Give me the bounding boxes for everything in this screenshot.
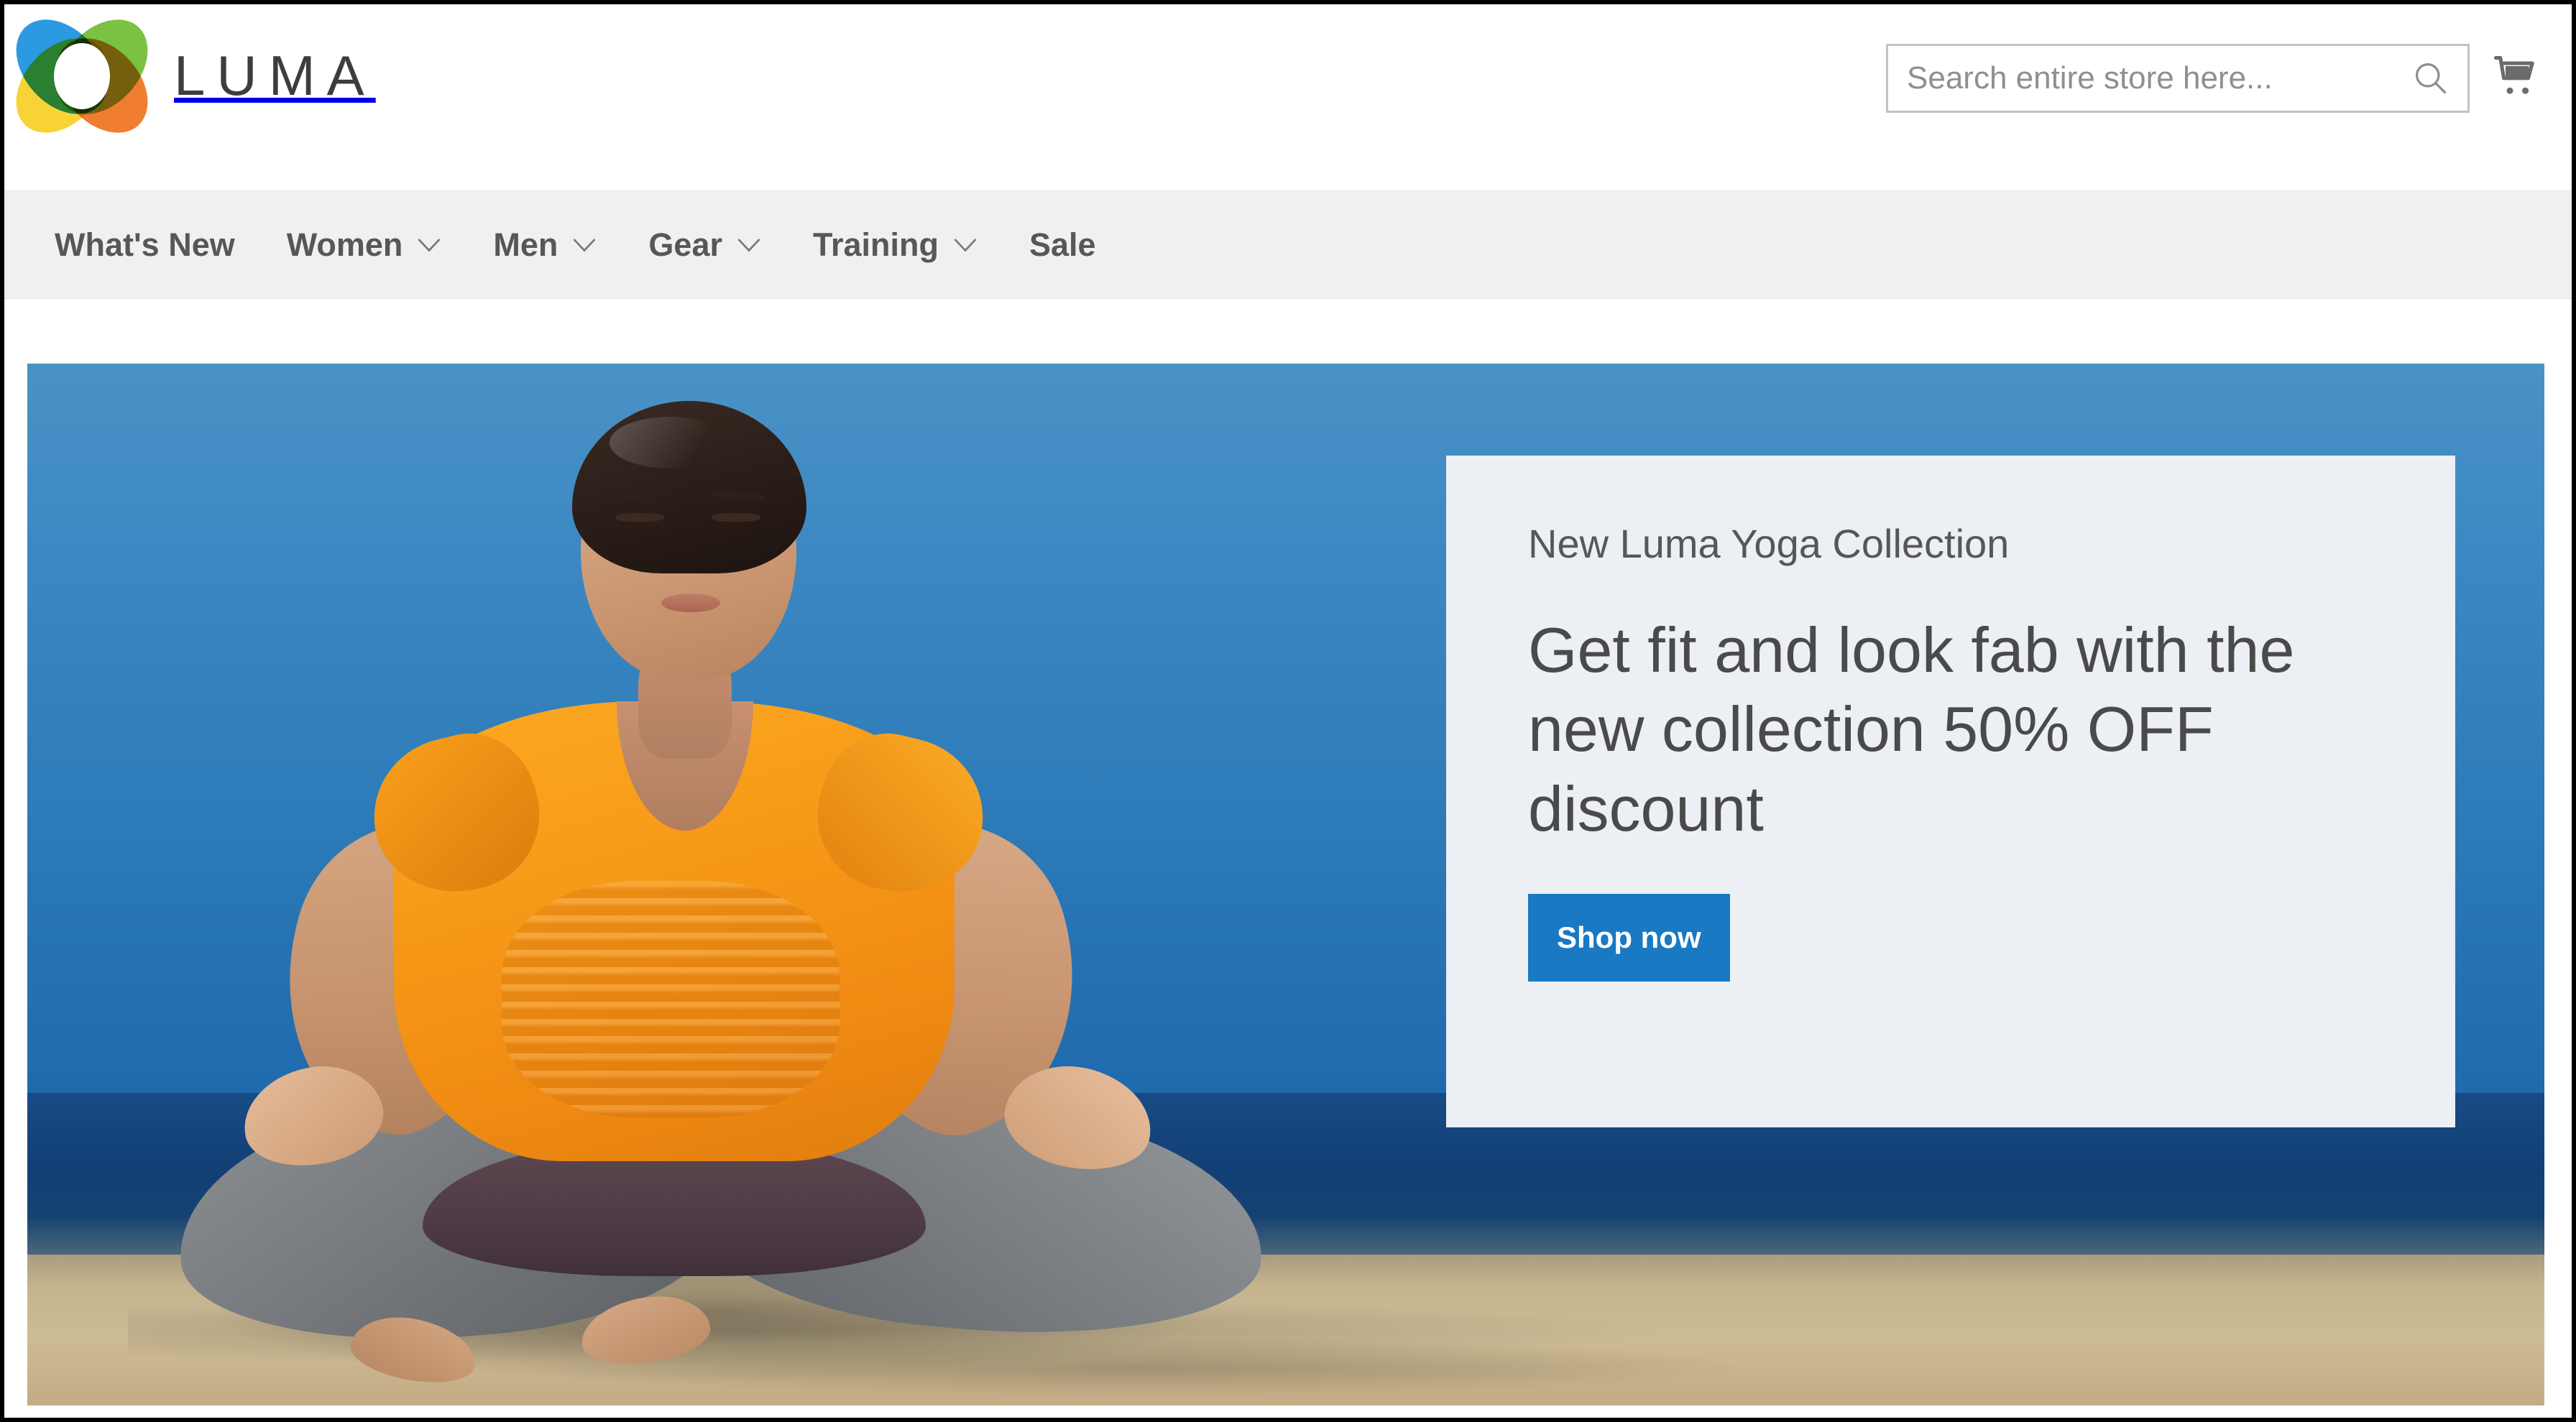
- hero-model-figure: [169, 364, 1285, 1405]
- shop-now-button[interactable]: Shop now: [1528, 894, 1730, 982]
- main-navigation: What's New Women Men Gear Training Sale: [4, 190, 2572, 299]
- nav-item-whats-new[interactable]: What's New: [29, 191, 261, 298]
- search-box[interactable]: [1886, 44, 2470, 113]
- chevron-down-icon: [737, 237, 761, 253]
- nav-item-gear[interactable]: Gear: [622, 191, 787, 298]
- logo-center-hole: [54, 43, 110, 109]
- nav-label: Training: [813, 226, 939, 263]
- nav-item-women[interactable]: Women: [261, 191, 468, 298]
- chevron-down-icon: [572, 237, 597, 253]
- search-icon: [2411, 59, 2449, 98]
- luma-logo-icon: [4, 4, 166, 151]
- nav-item-training[interactable]: Training: [787, 191, 1003, 298]
- nav-label: Sale: [1029, 226, 1096, 263]
- site-header: LUMA: [4, 4, 2572, 190]
- search-input[interactable]: [1888, 46, 2393, 111]
- model-lips: [661, 594, 720, 612]
- shopping-cart-icon: [2490, 51, 2542, 105]
- model-eye-right: [712, 513, 760, 522]
- model-eye-left: [615, 513, 664, 522]
- model-hair-highlight: [610, 417, 732, 468]
- model-shirt-ruching: [502, 881, 840, 1118]
- nav-label: Women: [286, 226, 403, 263]
- hero-banner[interactable]: New Luma Yoga Collection Get fit and loo…: [27, 364, 2544, 1405]
- chevron-down-icon: [953, 237, 978, 253]
- hero-promo-panel: New Luma Yoga Collection Get fit and loo…: [1446, 456, 2455, 1127]
- nav-label: What's New: [55, 226, 235, 263]
- site-logo[interactable]: LUMA: [4, 4, 417, 151]
- nav-item-men[interactable]: Men: [467, 191, 622, 298]
- storefront-page: LUMA Search entire store here... What's …: [4, 4, 2572, 1418]
- logo-wordmark: LUMA: [174, 44, 376, 107]
- cart-button[interactable]: [2477, 34, 2556, 121]
- promo-headline: Get fit and look fab with the new collec…: [1528, 614, 2295, 845]
- promo-eyebrow: New Luma Yoga Collection: [1528, 521, 2010, 566]
- chevron-down-icon: [417, 237, 441, 253]
- nav-label: Men: [493, 226, 558, 263]
- browser-frame: LUMA Search entire store here... What's …: [0, 0, 2576, 1422]
- nav-label: Gear: [648, 226, 722, 263]
- search-button[interactable]: [2393, 46, 2467, 111]
- nav-item-sale[interactable]: Sale: [1003, 191, 1122, 298]
